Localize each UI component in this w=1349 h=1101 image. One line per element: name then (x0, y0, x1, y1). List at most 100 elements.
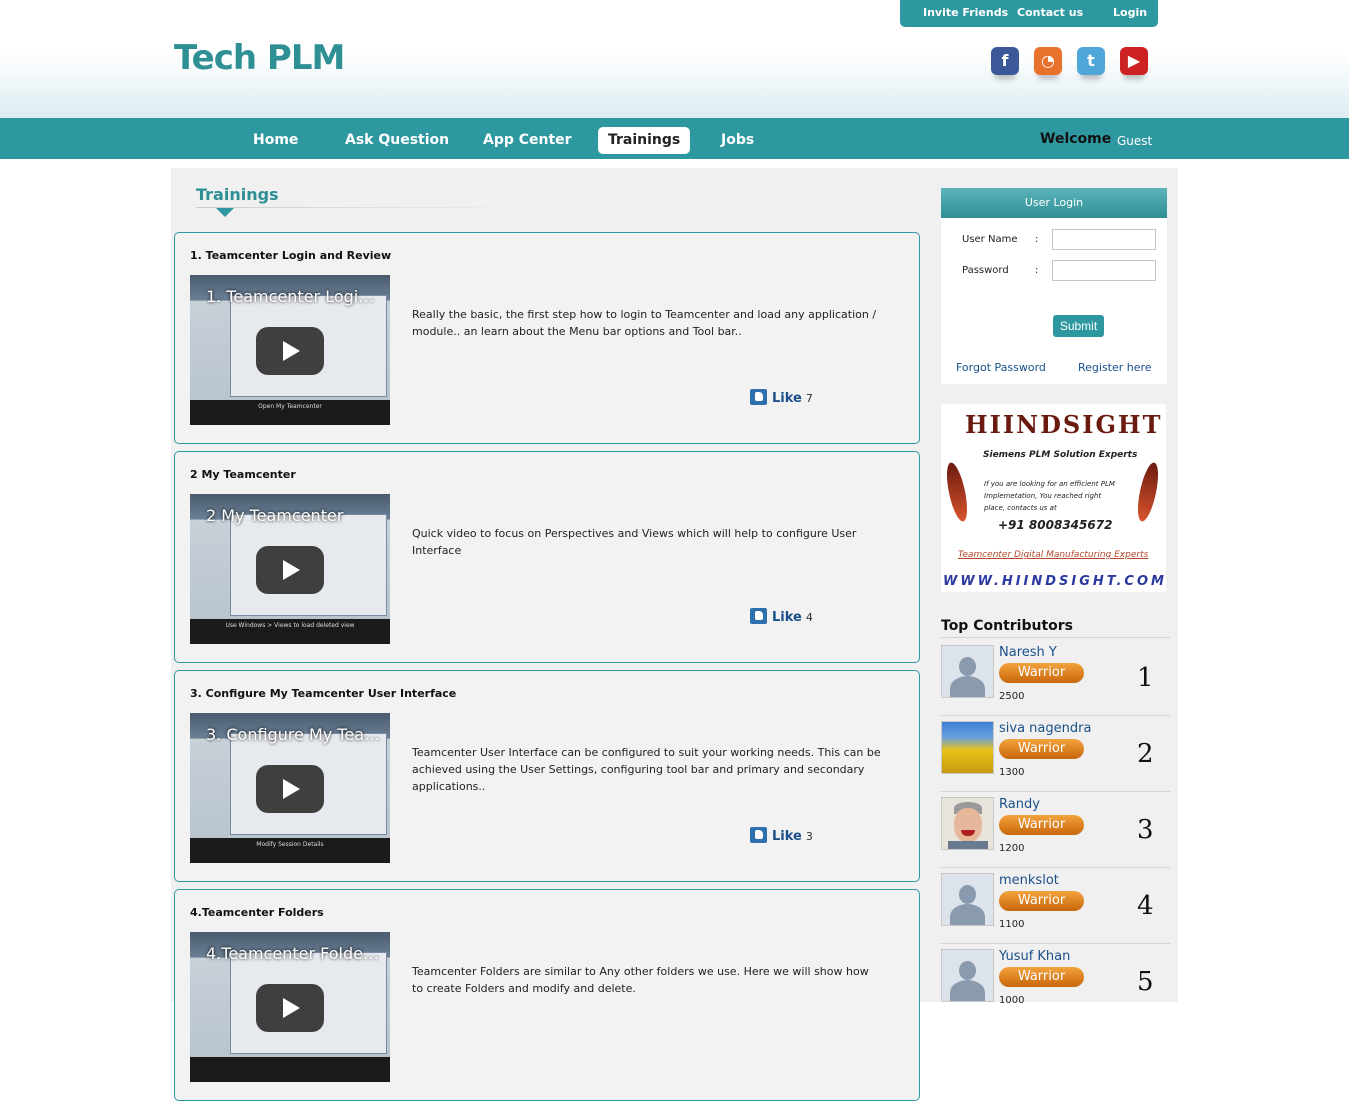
contributor-item: menkslot Warrior 1100 4 (941, 869, 1170, 945)
contributor-name[interactable]: Yusuf Khan (999, 949, 1070, 964)
rank-badge: Warrior (999, 663, 1084, 683)
ad-mfg-text: Teamcenter Digital Manufacturing Experts (958, 550, 1149, 560)
password-input[interactable] (1052, 260, 1156, 281)
play-icon[interactable] (256, 327, 324, 375)
training-description: Teamcenter User Interface can be configu… (412, 746, 881, 793)
rss-icon[interactable]: ◔ (1034, 47, 1062, 75)
forgot-password-link[interactable]: Forgot Password (956, 361, 1046, 374)
nav-home[interactable]: Home (243, 127, 308, 154)
video-thumbnail[interactable]: 2 My Teamcenter Use Windows > Views to l… (190, 494, 390, 644)
username-input[interactable] (1052, 229, 1156, 250)
video-title: 4.Teamcenter Folde… (206, 944, 379, 963)
ad-flame-icon (942, 460, 972, 524)
like-label: Like (772, 829, 802, 844)
contributor-rank: 5 (1137, 967, 1154, 997)
like-count: 3 (805, 830, 813, 843)
youtube-icon[interactable]: ▶ (1120, 47, 1148, 75)
rank-badge: Warrior (999, 967, 1084, 987)
user-login-box: User Login User Name : Password : Submit… (941, 188, 1167, 384)
ad-brand: HIINDSIGHT (965, 410, 1163, 439)
top-contributors-divider (941, 637, 1170, 638)
twitter-icon[interactable]: t (1077, 47, 1105, 75)
ad-blurb: If you are looking for an efficient PLM … (984, 480, 1115, 512)
video-caption: Use Windows > Views to load deleted view (225, 622, 355, 629)
contributor-name[interactable]: menkslot (999, 873, 1059, 888)
like-label: Like (772, 610, 802, 625)
contributor-score: 2500 (999, 691, 1025, 702)
contributor-name[interactable]: Randy (999, 797, 1040, 812)
avatar[interactable] (941, 873, 994, 926)
avatar[interactable] (941, 949, 994, 1002)
like-button[interactable]: Like 3 (750, 827, 813, 844)
video-title: 1. Teamcenter Logi… (206, 287, 375, 306)
welcome-text: Welcome (1040, 131, 1112, 147)
nav-app-center[interactable]: App Center (473, 127, 582, 154)
username-label: User Name (962, 234, 1018, 245)
contributor-rank: 2 (1137, 739, 1154, 769)
training-description: Quick video to focus on Perspectives and… (412, 527, 857, 557)
like-count: 7 (805, 392, 813, 405)
top-links-bar: Invite Friends Contact us Login (900, 0, 1158, 27)
thumbs-up-icon (750, 827, 767, 843)
contributor-name[interactable]: Naresh Y (999, 645, 1057, 660)
contributor-score: 1300 (999, 767, 1025, 778)
video-thumbnail[interactable]: 3. Configure My Tea… Modify Session Deta… (190, 713, 390, 863)
contributor-score: 1100 (999, 919, 1025, 930)
training-card: 3. Configure My Teamcenter User Interfac… (174, 670, 920, 882)
avatar[interactable] (941, 645, 994, 698)
play-icon[interactable] (256, 546, 324, 594)
ad-website: WWW.HIINDSIGHT.COM (943, 574, 1166, 589)
training-card: 4.Teamcenter Folders 4.Teamcenter Folde…… (174, 889, 920, 1101)
contributor-item: siva nagendra Warrior 1300 2 (941, 717, 1170, 793)
contributor-score: 1200 (999, 843, 1025, 854)
training-title[interactable]: 2 My Teamcenter (190, 468, 296, 481)
like-count: 4 (805, 611, 813, 624)
like-label: Like (772, 391, 802, 406)
site-logo[interactable]: Tech PLM (174, 38, 345, 78)
login-link[interactable]: Login (1113, 6, 1147, 19)
play-icon[interactable] (256, 765, 324, 813)
like-button[interactable]: Like 7 (750, 389, 813, 406)
training-card: 1. Teamcenter Login and Review 1. Teamce… (174, 232, 920, 444)
login-title: User Login (941, 188, 1167, 218)
hiindsight-ad-banner[interactable]: HIINDSIGHT Siemens PLM Solution Experts … (941, 404, 1166, 592)
contributor-rank: 3 (1137, 815, 1154, 845)
nav-ask-question[interactable]: Ask Question (335, 127, 459, 154)
contributor-item: Randy Warrior 1200 3 (941, 793, 1170, 869)
avatar[interactable] (941, 721, 994, 774)
video-thumbnail[interactable]: 1. Teamcenter Logi… Open My Teamcenter (190, 275, 390, 425)
page-title: Trainings (196, 185, 279, 204)
training-title[interactable]: 3. Configure My Teamcenter User Interfac… (190, 687, 456, 700)
video-title: 2 My Teamcenter (206, 506, 344, 525)
contributor-divider (941, 791, 1170, 792)
thumbs-up-icon (750, 389, 767, 405)
nav-trainings[interactable]: Trainings (598, 127, 691, 154)
submit-button[interactable]: Submit (1053, 315, 1104, 337)
contributor-name[interactable]: siva nagendra (999, 721, 1091, 736)
thumbs-up-icon (750, 608, 767, 624)
play-icon[interactable] (256, 984, 324, 1032)
training-card: 2 My Teamcenter 2 My Teamcenter Use Wind… (174, 451, 920, 663)
like-button[interactable]: Like 4 (750, 608, 813, 625)
video-thumbnail[interactable]: 4.Teamcenter Folde… (190, 932, 390, 1082)
register-link[interactable]: Register here (1078, 361, 1152, 374)
video-title: 3. Configure My Tea… (206, 725, 381, 744)
nav-jobs[interactable]: Jobs (711, 127, 764, 154)
contact-us-link[interactable]: Contact us (1017, 6, 1083, 19)
username-colon: : (1035, 234, 1039, 245)
invite-friends-link[interactable]: Invite Friends (923, 6, 1008, 19)
ad-tagline: Siemens PLM Solution Experts (983, 450, 1138, 460)
contributor-item: Yusuf Khan Warrior 1000 5 (941, 945, 1170, 1021)
password-label: Password (962, 265, 1009, 276)
training-title[interactable]: 1. Teamcenter Login and Review (190, 249, 391, 262)
rank-badge: Warrior (999, 815, 1084, 835)
contributor-item: Naresh Y Warrior 2500 1 (941, 641, 1170, 717)
top-contributors-title: Top Contributors (941, 618, 1073, 634)
facebook-icon[interactable]: f (991, 47, 1019, 75)
guest-username: Guest (1117, 134, 1153, 148)
avatar[interactable] (941, 797, 994, 850)
video-caption: Open My Teamcenter (258, 403, 322, 410)
contributor-divider (941, 943, 1170, 944)
training-title[interactable]: 4.Teamcenter Folders (190, 906, 324, 919)
contributor-score: 1000 (999, 995, 1025, 1006)
